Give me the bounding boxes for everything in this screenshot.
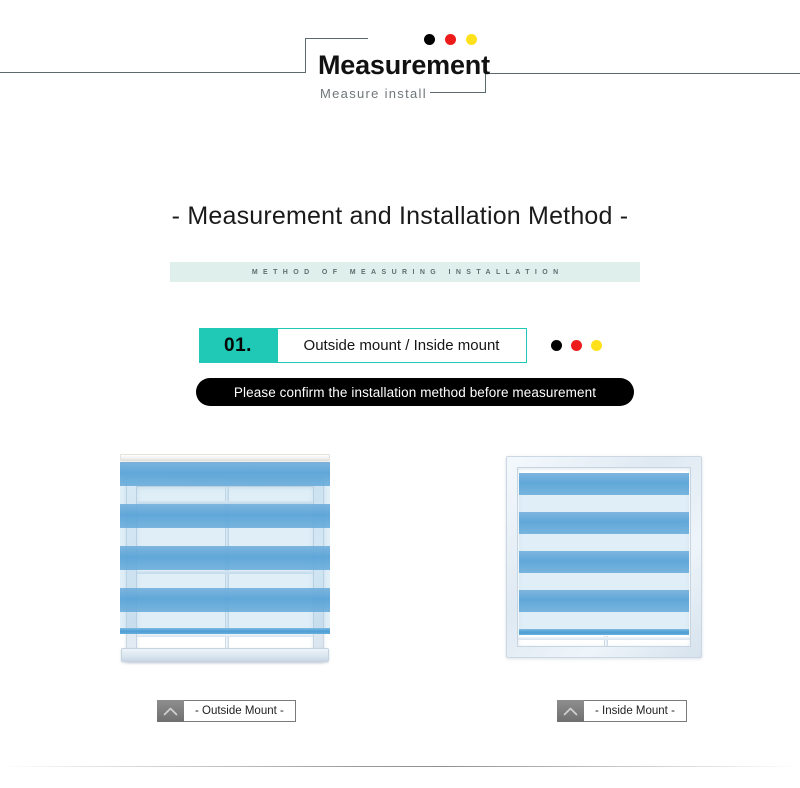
blind-slat xyxy=(120,588,330,612)
notice-banner: Please confirm the installation method b… xyxy=(196,378,634,406)
window-recess-inside xyxy=(517,467,691,647)
blind-slat xyxy=(519,590,689,612)
step-dot-black xyxy=(551,340,562,351)
blind-sheer xyxy=(519,495,689,512)
header-dot-black xyxy=(424,34,435,45)
caption-outside-mount-label: - Outside Mount - xyxy=(184,700,296,722)
step-dot-yellow xyxy=(591,340,602,351)
chevron-up-icon xyxy=(557,700,584,722)
blind-sheer xyxy=(519,612,689,629)
ribbon-banner: METHOD OF MEASURING INSTALLATION xyxy=(170,262,640,282)
blind-sheer xyxy=(519,534,689,551)
page-header: Measurement Measure install xyxy=(0,0,800,120)
step-label: Outside mount / Inside mount xyxy=(278,328,527,363)
step-dot-red xyxy=(571,340,582,351)
blind-slat xyxy=(519,551,689,573)
header-rule-left-top xyxy=(305,38,368,39)
window-sill-outside xyxy=(121,648,329,662)
chevron-up-icon xyxy=(157,700,184,722)
blind-slat xyxy=(519,473,689,495)
blind-slat xyxy=(120,546,330,570)
header-rule-right-bottom xyxy=(430,92,486,93)
caption-outside-mount[interactable]: - Outside Mount - xyxy=(157,700,296,722)
blind-sheer xyxy=(120,486,330,504)
blind-sheer xyxy=(120,528,330,546)
page-title: - Measurement and Installation Method - xyxy=(0,202,800,231)
blind-slat xyxy=(120,462,330,486)
header-subtitle: Measure install xyxy=(320,86,427,101)
blind-sheer xyxy=(519,573,689,590)
blind-slat xyxy=(120,504,330,528)
window-frame-inside xyxy=(506,456,702,658)
notice-text: Please confirm the installation method b… xyxy=(234,385,596,400)
header-dot-group xyxy=(424,34,477,45)
caption-inside-mount-label: - Inside Mount - xyxy=(584,700,687,722)
blind-bottomrail-inside xyxy=(519,629,689,635)
bottom-divider xyxy=(0,766,800,767)
header-title: Measurement xyxy=(318,50,490,81)
figure-inside-mount xyxy=(500,456,708,664)
header-rule-left xyxy=(0,72,305,73)
step-row: 01. Outside mount / Inside mount xyxy=(0,328,800,363)
header-rule-left-riser xyxy=(305,38,306,73)
blind-sheer xyxy=(120,570,330,588)
ribbon-label: METHOD OF MEASURING INSTALLATION xyxy=(246,269,563,276)
blind-outside-mount xyxy=(120,454,330,642)
page-root: Measurement Measure install - Measuremen… xyxy=(0,0,800,788)
header-dot-yellow xyxy=(466,34,477,45)
blind-sheer xyxy=(120,612,330,628)
blind-inside-mount xyxy=(519,473,689,641)
step-dot-group xyxy=(551,340,602,351)
header-rule-right xyxy=(485,73,800,74)
blind-bottomrail-outside xyxy=(120,628,330,634)
caption-inside-mount[interactable]: - Inside Mount - xyxy=(557,700,687,722)
figure-outside-mount xyxy=(112,452,338,670)
header-dot-red xyxy=(445,34,456,45)
blind-slat xyxy=(519,512,689,534)
blind-headrail-outside xyxy=(120,454,330,461)
figure-group xyxy=(0,450,800,680)
step-number-badge: 01. xyxy=(199,328,278,363)
window-sash-bottom-inside xyxy=(518,637,690,640)
